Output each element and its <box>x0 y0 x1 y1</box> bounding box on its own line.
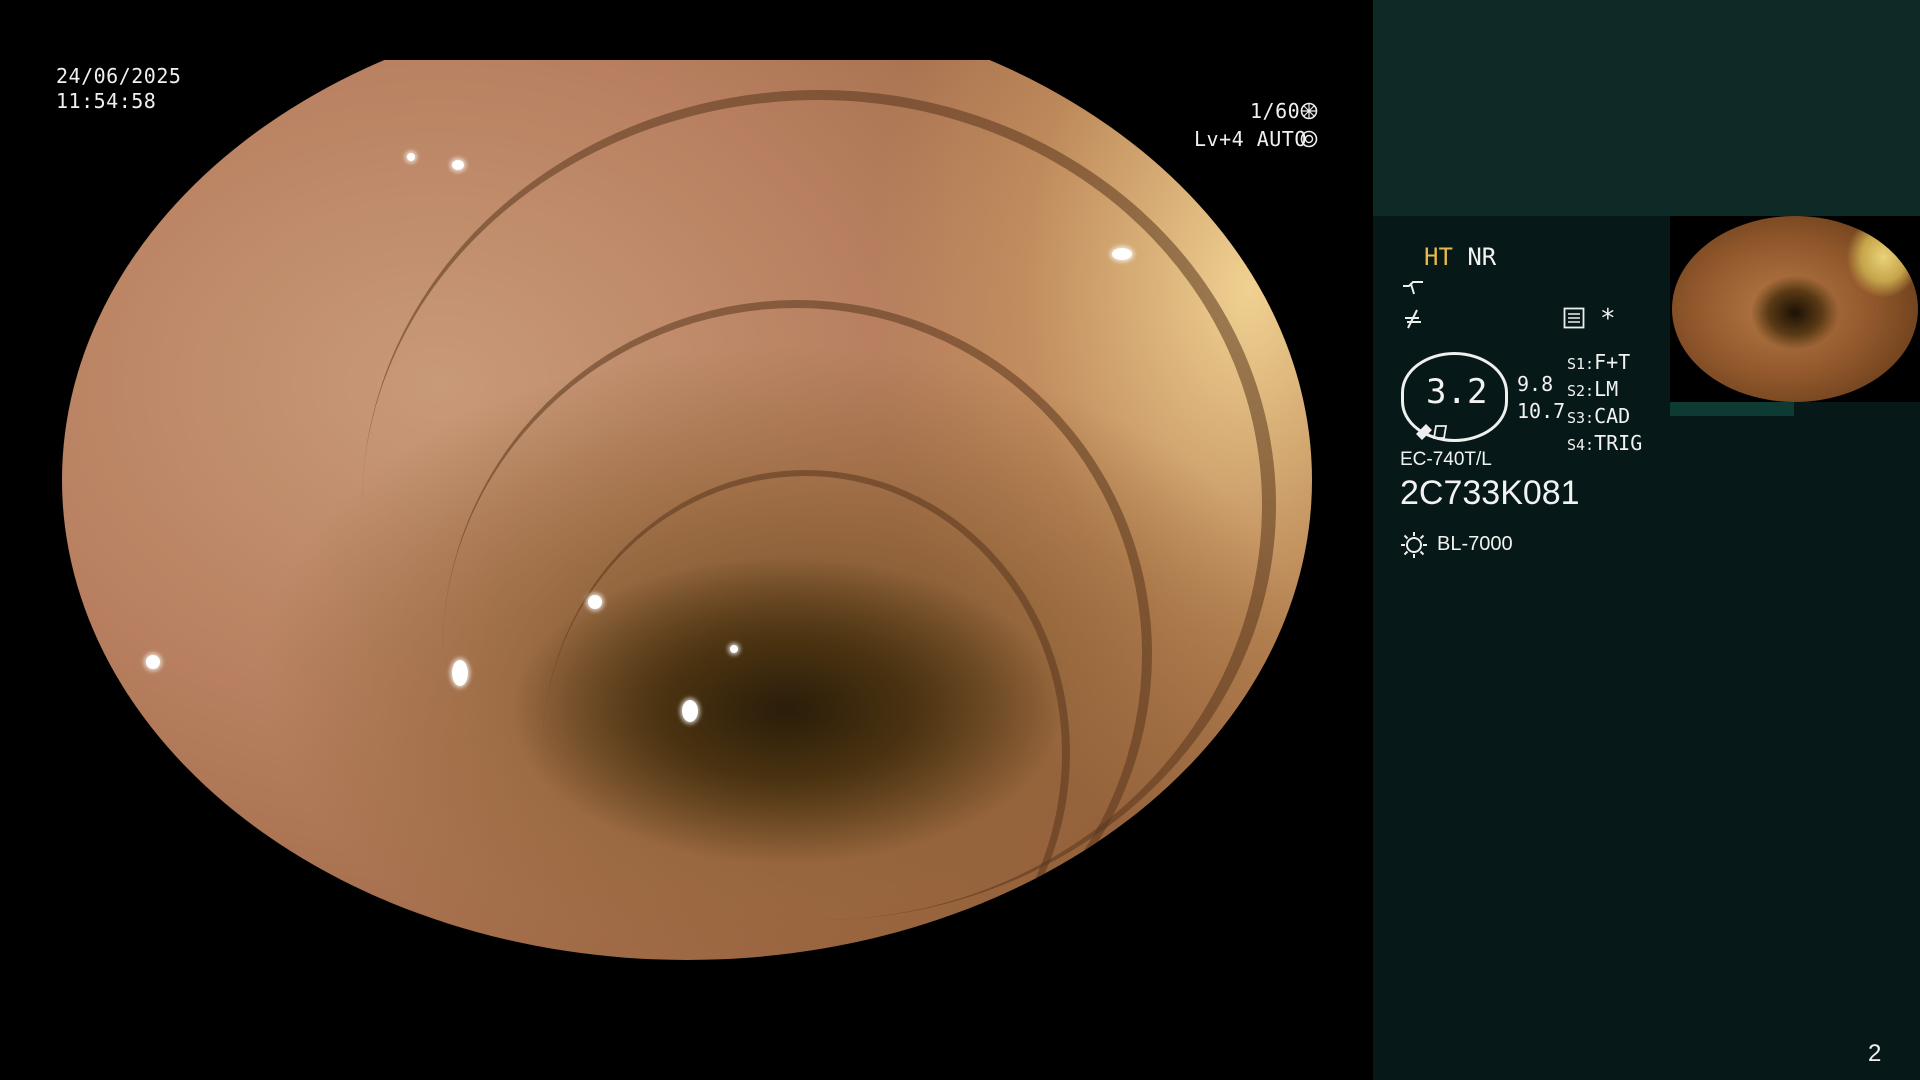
light-source-label: BL-7000 <box>1437 533 1513 555</box>
zoom-value: 3.2 <box>1426 372 1488 412</box>
freeze-icon <box>1401 306 1425 330</box>
mode-indicator: HT NR <box>1424 243 1496 271</box>
specular-highlight <box>407 153 415 161</box>
info-panel-header <box>1373 0 1920 216</box>
distance-value-1: 9.8 <box>1517 372 1554 396</box>
mode-nr-label: NR <box>1467 243 1497 271</box>
settings-panel-icon <box>1563 307 1585 329</box>
endoscope-live-image <box>62 60 1312 960</box>
capture-thumbnail[interactable] <box>1670 216 1920 402</box>
specular-highlight <box>682 700 698 722</box>
mode-ht-label: HT <box>1424 243 1453 271</box>
scope-tip-icon <box>1414 418 1448 440</box>
star-indicator: * <box>1600 304 1616 334</box>
date-label: 24/06/2025 <box>56 64 182 88</box>
specular-highlight <box>146 655 160 669</box>
switch-item: S4:TRIG <box>1567 431 1643 455</box>
thumbnail-image <box>1672 216 1918 402</box>
aperture-icon <box>1300 102 1318 120</box>
page-number: 2 <box>1868 1040 1882 1067</box>
endoscope-view-clip <box>0 60 1372 1020</box>
switch-list: S1:F+T S2:LM S3:CAD S4:TRIG <box>1567 350 1642 458</box>
thumbnail-status-bar <box>1670 402 1794 416</box>
specular-highlight <box>372 945 412 959</box>
specular-highlight <box>152 790 178 820</box>
switch-item: S3:CAD <box>1567 404 1631 428</box>
light-source-icon <box>1400 531 1428 559</box>
scope-model: EC-740T/L <box>1400 449 1492 470</box>
curve-icon <box>1401 278 1425 298</box>
switch-item: S1:F+T <box>1567 350 1631 374</box>
specular-highlight <box>1112 248 1132 260</box>
distance-value-2: 10.7 <box>1517 399 1566 423</box>
auto-level-label: Lv+4 AUTO <box>1194 127 1307 151</box>
time-label: 11:54:58 <box>56 89 157 113</box>
specular-highlight <box>452 660 468 686</box>
switch-item: S2:LM <box>1567 377 1619 401</box>
specular-highlight <box>730 645 738 653</box>
scope-serial: 2C733K081 <box>1400 474 1580 512</box>
shutter-speed-label: 1/60 <box>1250 99 1301 123</box>
iris-icon <box>1300 130 1318 148</box>
specular-highlight <box>588 595 602 609</box>
specular-highlight <box>452 160 464 170</box>
